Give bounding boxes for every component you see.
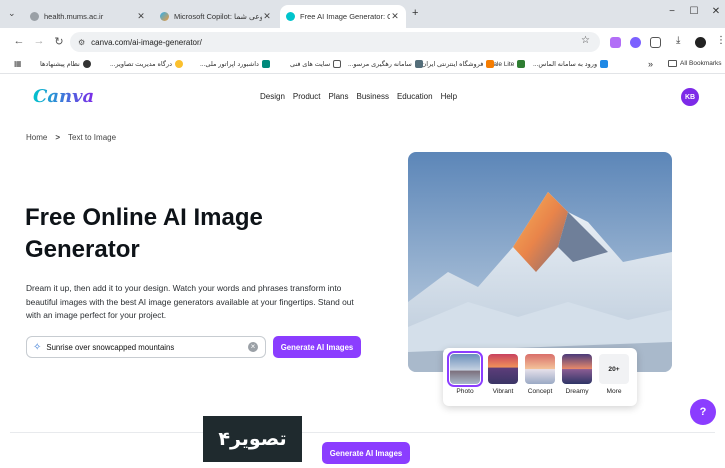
style-concept-thumbnail — [525, 354, 555, 384]
page-title: Free Online AI Image Generator — [25, 204, 263, 263]
style-more[interactable]: 20+ More — [598, 354, 630, 395]
bookmark-item[interactable]: فروشگاه اینترنتی ایران... — [416, 60, 495, 68]
bookmark-label: سایت های فنی — [290, 61, 331, 68]
style-dreamy[interactable]: Dreamy — [561, 354, 593, 395]
site-info-icon[interactable]: ⚙ — [78, 38, 85, 47]
bookmark-item[interactable]: نظام پیشنهادها — [40, 60, 91, 68]
url-text: canva.com/ai-image-generator/ — [91, 37, 202, 47]
tab-title: Free AI Image Generator: Online — [300, 12, 390, 21]
nav-business[interactable]: Business — [357, 92, 389, 101]
tab-title: Microsoft Copilot: دستیار هوش مصنوعی شما — [174, 12, 262, 21]
style-label: Dreamy — [565, 388, 589, 395]
address-bar-row: ← → ↻ ⚙ canva.com/ai-image-generator/ ☆ … — [0, 28, 725, 56]
tab-search-icon[interactable]: ⌄ — [8, 8, 16, 19]
bookmark-label: داشبورد اپراتور ملی... — [200, 61, 259, 68]
generate-ai-images-button-footer[interactable]: Generate AI Images — [322, 442, 410, 464]
bookmarks-overflow-icon[interactable]: » — [648, 59, 653, 69]
bookmark-item[interactable]: درگاه مدیریت تصاویر... — [110, 60, 183, 68]
canva-page: Canva Design Product Plans Business Educ… — [0, 74, 725, 468]
breadcrumb-current: Text to Image — [68, 133, 117, 142]
style-photo[interactable]: Photo — [447, 351, 483, 395]
style-vibrant-thumbnail — [488, 354, 518, 384]
avatar[interactable]: KB — [681, 88, 699, 106]
minimize-icon[interactable]: − — [664, 6, 680, 17]
bookmark-label: سامانه رهگیری مرسو... — [348, 61, 412, 68]
canva-logo[interactable]: Canva — [33, 86, 94, 107]
forward-icon[interactable]: → — [32, 35, 46, 47]
tab-canva[interactable]: Free AI Image Generator: Online ✕ — [280, 5, 406, 28]
hero-image — [408, 152, 672, 372]
magic-search-icon: ✧ — [33, 341, 42, 353]
top-navigation: Design Product Plans Business Education … — [260, 92, 457, 101]
all-bookmarks-button[interactable]: All Bookmarks — [668, 60, 722, 67]
bookmark-label: درگاه مدیریت تصاویر... — [110, 61, 172, 68]
bookmark-folder[interactable]: سایت های فنی — [290, 60, 342, 68]
tab-copilot[interactable]: Microsoft Copilot: دستیار هوش مصنوعی شما… — [154, 5, 278, 28]
maximize-icon[interactable]: ☐ — [686, 6, 702, 17]
style-label: Photo — [456, 388, 474, 395]
breadcrumb: Home > Text to Image — [26, 133, 116, 142]
browser-tab-bar: ⌄ health.mums.ac.ir ✕ Microsoft Copilot:… — [0, 0, 725, 28]
style-photo-thumbnail — [447, 351, 483, 387]
chevron-right-icon: > — [55, 133, 61, 142]
canva-icon — [286, 12, 295, 21]
bookmarks-bar: ▦ ورود به سامانه الماس... Bale Lite فروش… — [0, 56, 725, 74]
prompt-input[interactable]: ✧ Sunrise over snowcapped mountains × — [26, 336, 266, 358]
bookmark-label: فروشگاه اینترنتی ایران... — [416, 61, 484, 68]
clear-icon[interactable]: × — [248, 342, 258, 352]
all-bookmarks-label: All Bookmarks — [680, 60, 722, 67]
nav-help[interactable]: Help — [441, 92, 457, 101]
tab-health[interactable]: health.mums.ac.ir ✕ — [24, 5, 152, 28]
generate-ai-images-button[interactable]: Generate AI Images — [273, 336, 361, 358]
section-divider — [10, 432, 715, 433]
copilot-icon — [160, 12, 169, 21]
nav-education[interactable]: Education — [397, 92, 433, 101]
folder-icon — [668, 60, 677, 67]
extensions-puzzle-icon[interactable] — [650, 37, 661, 48]
globe-icon — [30, 12, 39, 21]
reload-icon[interactable]: ↻ — [52, 35, 66, 48]
url-input[interactable]: ⚙ canva.com/ai-image-generator/ ☆ — [70, 32, 600, 52]
style-vibrant[interactable]: Vibrant — [487, 354, 519, 395]
close-icon[interactable]: ✕ — [390, 11, 400, 22]
close-icon[interactable]: ✕ — [262, 11, 272, 22]
extension-icon[interactable] — [610, 37, 621, 48]
style-label: Concept — [527, 388, 553, 395]
bookmark-label: نظام پیشنهادها — [40, 61, 80, 68]
help-button[interactable]: ? — [690, 399, 716, 425]
bookmark-item[interactable]: سامانه رهگیری مرسو... — [348, 60, 423, 68]
back-icon[interactable]: ← — [12, 35, 26, 47]
more-styles-count: 20+ — [599, 354, 629, 384]
style-label: Vibrant — [492, 388, 514, 395]
page-description: Dream it up, then add it to your design.… — [26, 283, 354, 320]
bookmark-item[interactable]: داشبورد اپراتور ملی... — [200, 60, 270, 68]
style-label: More — [606, 388, 622, 395]
close-window-icon[interactable]: ✕ — [708, 6, 724, 17]
download-icon[interactable]: ⤓ — [676, 35, 680, 46]
nav-plans[interactable]: Plans — [328, 92, 348, 101]
bookmark-item[interactable]: ورود به سامانه الماس... — [533, 60, 609, 68]
menu-icon[interactable]: ⋮ — [716, 35, 725, 46]
close-icon[interactable]: ✕ — [136, 11, 146, 22]
extension-icon[interactable] — [630, 37, 641, 48]
mountain-illustration — [408, 152, 672, 372]
new-tab-button[interactable]: + — [412, 7, 418, 19]
apps-icon[interactable]: ▦ — [14, 59, 22, 68]
style-dreamy-thumbnail — [562, 354, 592, 384]
style-picker: Photo Vibrant Concept Dreamy 20+ More — [443, 348, 637, 406]
breadcrumb-home[interactable]: Home — [26, 133, 47, 142]
image-caption-overlay: تصویر۴ — [203, 416, 302, 462]
bookmark-star-icon[interactable]: ☆ — [581, 35, 590, 46]
tab-title: health.mums.ac.ir — [44, 12, 104, 21]
bookmark-item[interactable]: Bale Lite — [489, 60, 526, 68]
prompt-value: Sunrise over snowcapped mountains — [46, 342, 175, 352]
nav-design[interactable]: Design — [260, 92, 285, 101]
profile-icon[interactable] — [695, 37, 706, 48]
bookmark-label: ورود به سامانه الماس... — [533, 61, 598, 68]
nav-product[interactable]: Product — [293, 92, 321, 101]
style-concept[interactable]: Concept — [524, 354, 556, 395]
